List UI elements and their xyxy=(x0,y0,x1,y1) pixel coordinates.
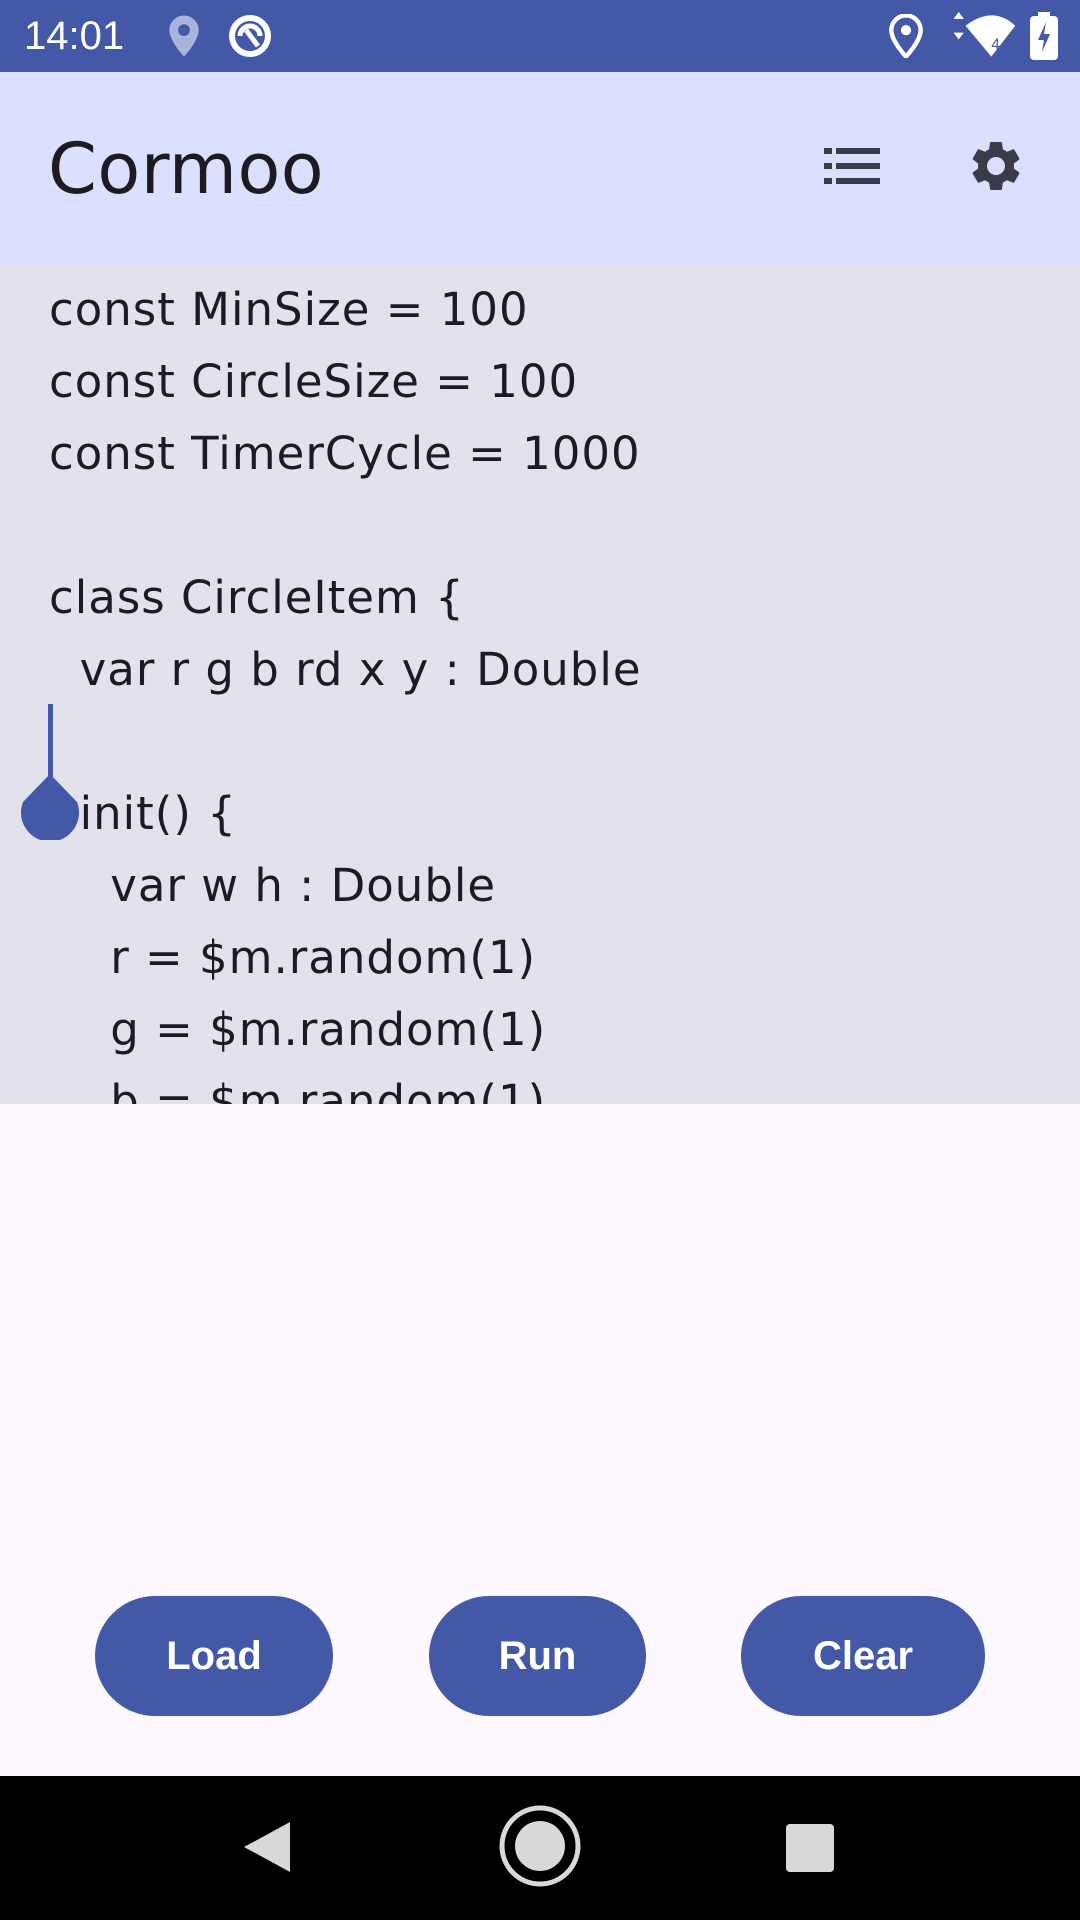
location-icon xyxy=(888,13,924,63)
code-editor[interactable]: const MinSize = 100 const CircleSize = 1… xyxy=(0,264,1080,1104)
code-line: const TimerCycle = 1000 xyxy=(49,427,641,480)
code-line: g = $m.random(1) xyxy=(49,1003,547,1056)
battery-charging-icon xyxy=(1030,12,1058,65)
status-time: 14:01 xyxy=(24,14,125,58)
list-button[interactable] xyxy=(804,120,900,216)
wifi-badge: 4 xyxy=(991,37,1000,54)
app-title: Cormoo xyxy=(48,128,325,210)
code-line: const CircleSize = 100 xyxy=(49,355,579,408)
recents-icon[interactable] xyxy=(786,1824,834,1877)
code-line: const MinSize = 100 xyxy=(49,283,529,336)
settings-button[interactable] xyxy=(948,120,1044,216)
home-icon[interactable] xyxy=(498,1804,582,1893)
load-button[interactable]: Load xyxy=(95,1596,333,1716)
code-line: var w h : Double xyxy=(49,859,497,912)
code-line: b = $m.random(1) xyxy=(49,1075,547,1104)
back-icon[interactable] xyxy=(244,1822,290,1877)
code-line: r = $m.random(1) xyxy=(49,931,537,984)
code-line: class CircleItem { xyxy=(49,571,465,624)
navigation-bar xyxy=(0,1776,1080,1920)
clear-button[interactable]: Clear xyxy=(741,1596,985,1716)
run-button[interactable]: Run xyxy=(429,1596,646,1716)
app-bar: Cormoo xyxy=(0,72,1080,264)
text-cursor xyxy=(48,704,53,782)
gear-icon xyxy=(966,136,1026,201)
cursor-handle[interactable] xyxy=(19,774,81,845)
code-line: var r g b rd x y : Double xyxy=(49,643,642,696)
list-icon xyxy=(824,147,880,189)
status-bar: 14:01 4 xyxy=(0,0,1080,72)
location-icon xyxy=(166,14,202,63)
sync-icon xyxy=(226,12,274,65)
wifi-icon: 4 xyxy=(946,12,1016,65)
